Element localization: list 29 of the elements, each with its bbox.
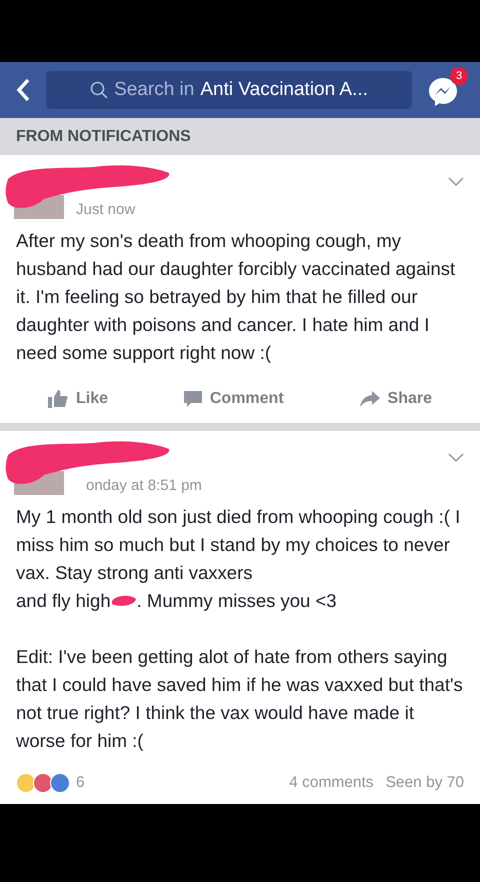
post-text: After my son's death from whooping cough, my husband had our daughter forcibly vaccinated against it. I'm feeling so betrayed by him that he filled our daughter with poisons and cancer. I hate him and I need some support right now :( <box>15 229 456 365</box>
post-text: . Mummy misses you <3 <box>136 589 337 613</box>
section-header: FROM NOTIFICATIONS <box>0 118 480 155</box>
post-time: onday at 8:51 pm <box>86 476 202 496</box>
chevron-down-icon[interactable] <box>448 453 464 463</box>
heart-reaction-icon <box>33 772 53 793</box>
reaction-count: 6 <box>76 773 85 793</box>
search-icon <box>90 81 108 99</box>
like-reaction-icon <box>50 772 70 793</box>
seen-count: Seen by 70 <box>386 773 464 793</box>
action-button[interactable]: Like <box>48 387 108 411</box>
comment-count[interactable]: 4 comments <box>289 771 374 794</box>
action-button[interactable]: Comment <box>184 387 284 411</box>
redaction-mark <box>110 594 137 608</box>
search-field[interactable]: Search in Anti Vaccination A... <box>46 71 412 109</box>
notification-badge: 3 <box>450 67 468 85</box>
search-group: Anti Vaccination A... <box>200 76 368 104</box>
post-text: Edit: I've been getting alot of hate from others saying that I could have saved him if he was vaxxed but that's not true right? I think the vax would have made it worse for him :( <box>15 645 464 753</box>
sad-reaction-icon <box>16 772 36 793</box>
post-time: Just now <box>76 200 136 220</box>
speech-bubble-icon <box>184 390 202 408</box>
messenger-icon[interactable] <box>428 77 458 107</box>
chevron-down-icon[interactable] <box>448 177 464 187</box>
back-icon[interactable] <box>16 78 30 102</box>
search-prefix: Search in <box>114 78 194 102</box>
thumbs-up-icon <box>48 390 68 408</box>
arrow-icon <box>360 391 380 407</box>
post-text: and fly high <box>16 589 111 613</box>
action-button[interactable]: Share <box>360 387 432 411</box>
